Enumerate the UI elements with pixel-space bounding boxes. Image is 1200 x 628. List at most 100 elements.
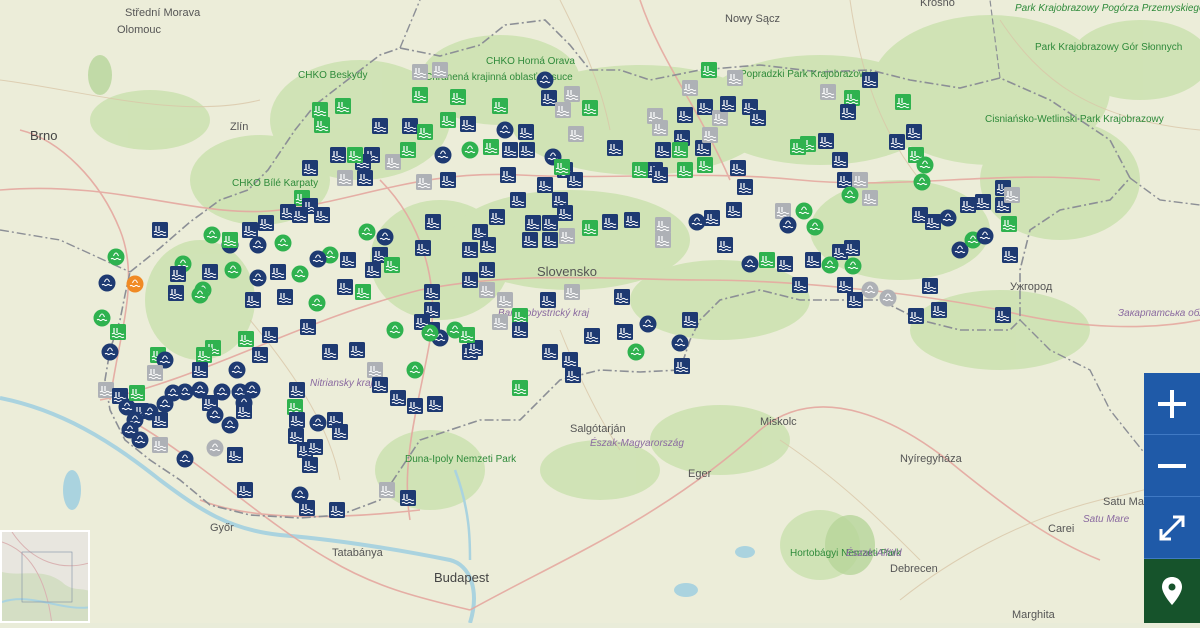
map-marker-pool[interactable] — [482, 138, 500, 156]
map-marker-lake[interactable] — [249, 236, 267, 254]
map-marker-pool[interactable] — [151, 436, 169, 454]
map-marker-pool[interactable] — [306, 438, 324, 456]
map-marker-pool[interactable] — [478, 281, 496, 299]
map-marker-pool[interactable] — [491, 97, 509, 115]
overview-minimap[interactable] — [0, 530, 90, 623]
map-marker-pool[interactable] — [846, 291, 864, 309]
map-marker-pool[interactable] — [804, 251, 822, 269]
map-marker-pool[interactable] — [348, 341, 366, 359]
map-marker-lake[interactable] — [107, 248, 125, 266]
map-marker-lake[interactable] — [191, 286, 209, 304]
map-marker-pool[interactable] — [401, 117, 419, 135]
map-marker-pool[interactable] — [195, 346, 213, 364]
map-marker-pool[interactable] — [1001, 246, 1019, 264]
map-marker-pool[interactable] — [716, 236, 734, 254]
map-marker-pool[interactable] — [606, 139, 624, 157]
map-marker-lake[interactable] — [976, 227, 994, 245]
map-marker-pool[interactable] — [623, 211, 641, 229]
locate-me-button[interactable] — [1144, 559, 1200, 623]
map-marker-pool[interactable] — [894, 93, 912, 111]
map-marker-pool[interactable] — [313, 116, 331, 134]
map-marker-lake[interactable] — [916, 156, 934, 174]
map-marker-pool[interactable] — [287, 427, 305, 445]
map-marker-pool[interactable] — [383, 256, 401, 274]
map-marker-pool[interactable] — [518, 141, 536, 159]
map-marker-pool[interactable] — [251, 346, 269, 364]
map-marker-lake[interactable] — [639, 315, 657, 333]
map-marker-pool[interactable] — [288, 411, 306, 429]
map-marker-pool[interactable] — [789, 138, 807, 156]
map-marker-lake[interactable] — [224, 261, 242, 279]
map-marker-pool[interactable] — [499, 166, 517, 184]
map-marker-lake[interactable] — [434, 146, 452, 164]
map-marker-pool[interactable] — [563, 283, 581, 301]
map-marker-pool[interactable] — [411, 63, 429, 81]
map-marker-pool[interactable] — [671, 141, 689, 159]
map-marker-pool[interactable] — [581, 219, 599, 237]
map-marker-pool[interactable] — [479, 236, 497, 254]
map-marker-lake[interactable] — [879, 289, 897, 307]
map-marker-lake[interactable] — [688, 213, 706, 231]
map-marker-pool[interactable] — [725, 201, 743, 219]
map-marker-lake[interactable] — [228, 361, 246, 379]
map-marker-pool[interactable] — [581, 99, 599, 117]
map-marker-pool[interactable] — [257, 214, 275, 232]
map-marker-pool[interactable] — [959, 196, 977, 214]
map-marker-pool[interactable] — [298, 499, 316, 517]
map-marker-pool[interactable] — [924, 213, 942, 231]
map-marker-pool[interactable] — [364, 261, 382, 279]
map-marker-lake[interactable] — [206, 439, 224, 457]
map-marker-lake[interactable] — [206, 406, 224, 424]
map-marker-pool[interactable] — [276, 288, 294, 306]
map-marker-lake[interactable] — [421, 324, 439, 342]
map-marker-pool[interactable] — [930, 301, 948, 319]
map-marker-pool[interactable] — [299, 318, 317, 336]
map-marker-lake[interactable] — [806, 218, 824, 236]
map-marker-pool[interactable] — [334, 97, 352, 115]
map-marker-pool[interactable] — [439, 171, 457, 189]
map-marker-pool[interactable] — [521, 231, 539, 249]
map-marker-pool[interactable] — [311, 101, 329, 119]
map-marker-pool[interactable] — [1000, 215, 1018, 233]
map-marker-pool[interactable] — [339, 251, 357, 269]
map-marker-pool[interactable] — [458, 326, 476, 344]
map-marker-pool[interactable] — [426, 395, 444, 413]
zoom-out-button[interactable] — [1144, 435, 1200, 497]
map-marker-lake[interactable] — [126, 275, 144, 293]
map-marker-pool[interactable] — [861, 71, 879, 89]
map-marker-pool[interactable] — [226, 446, 244, 464]
map-marker-pool[interactable] — [673, 357, 691, 375]
map-marker-lake[interactable] — [795, 202, 813, 220]
map-marker-pool[interactable] — [169, 265, 187, 283]
map-marker-pool[interactable] — [346, 146, 364, 164]
map-marker-pool[interactable] — [261, 326, 279, 344]
map-marker-pool[interactable] — [329, 146, 347, 164]
map-marker-pool[interactable] — [651, 119, 669, 137]
map-canvas[interactable]: Střední Morava Olomouc Krosno Nowy Sącz … — [0, 0, 1200, 624]
map-marker-pool[interactable] — [416, 123, 434, 141]
map-marker-pool[interactable] — [389, 389, 407, 407]
map-marker-pool[interactable] — [399, 489, 417, 507]
map-marker-pool[interactable] — [749, 109, 767, 127]
map-marker-lake[interactable] — [376, 228, 394, 246]
map-marker-lake[interactable] — [203, 226, 221, 244]
map-marker-pool[interactable] — [974, 193, 992, 211]
map-marker-pool[interactable] — [511, 321, 529, 339]
map-marker-pool[interactable] — [681, 79, 699, 97]
map-marker-pool[interactable] — [696, 98, 714, 116]
map-marker-pool[interactable] — [167, 284, 185, 302]
map-marker-pool[interactable] — [109, 323, 127, 341]
map-marker-pool[interactable] — [399, 141, 417, 159]
map-marker-pool[interactable] — [291, 206, 309, 224]
map-marker-pool[interactable] — [321, 343, 339, 361]
map-marker-lake[interactable] — [98, 274, 116, 292]
map-marker-pool[interactable] — [439, 111, 457, 129]
map-marker-pool[interactable] — [676, 161, 694, 179]
map-marker-lake[interactable] — [274, 234, 292, 252]
map-marker-pool[interactable] — [613, 288, 631, 306]
map-marker-pool[interactable] — [431, 61, 449, 79]
map-marker-pool[interactable] — [313, 206, 331, 224]
map-marker-pool[interactable] — [97, 381, 115, 399]
map-marker-pool[interactable] — [836, 171, 854, 189]
fullscreen-button[interactable] — [1144, 497, 1200, 559]
